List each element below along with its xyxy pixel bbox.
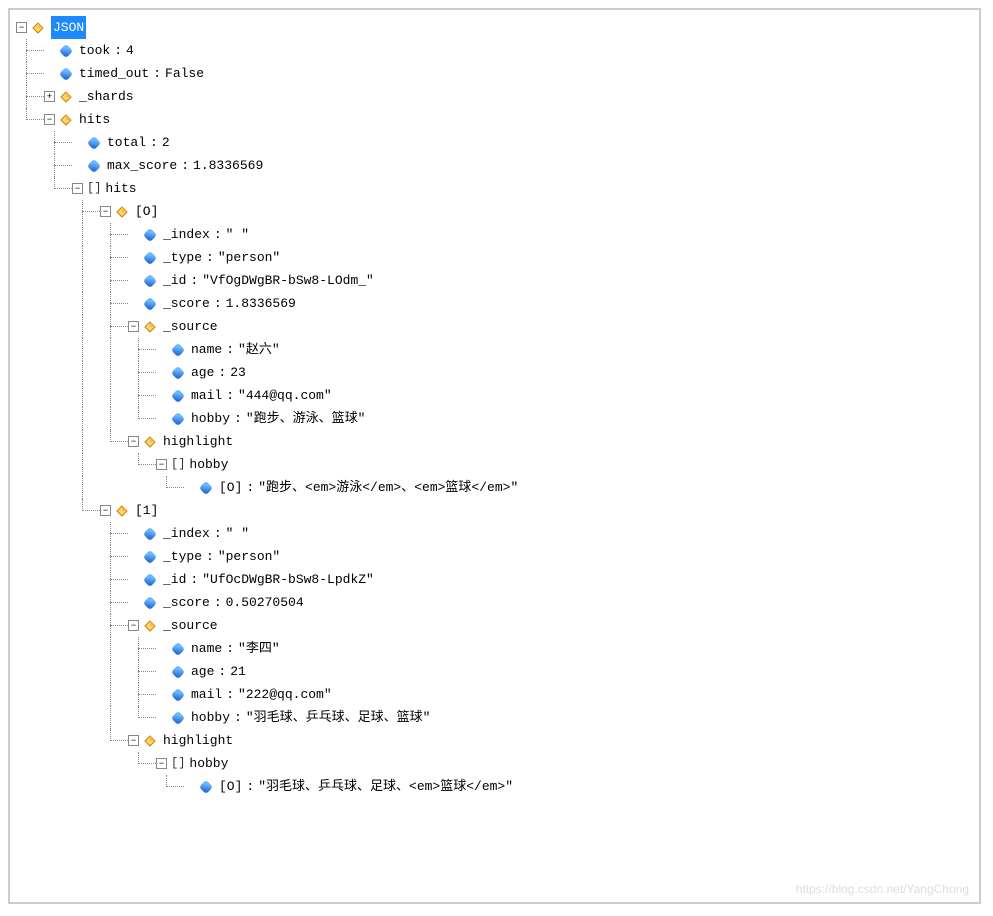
- key: _shards: [79, 85, 134, 108]
- colon: :: [114, 39, 122, 62]
- collapse-icon[interactable]: −: [128, 620, 139, 631]
- collapse-icon[interactable]: −: [128, 436, 139, 447]
- node-i1-source[interactable]: − _source: [16, 614, 973, 637]
- json-tree-viewer: − JSON took : 4 timed_out : False + _sha…: [8, 8, 981, 904]
- node-i0-hl-hobby-0[interactable]: [O]: "跑步、<em>游泳</em>、<em>篮球</em>": [16, 476, 973, 499]
- key: hits: [79, 108, 110, 131]
- array-icon: []: [171, 752, 185, 775]
- node-i1-type[interactable]: _type: "person": [16, 545, 973, 568]
- node-item-1[interactable]: − [1]: [16, 499, 973, 522]
- node-i0-mail[interactable]: mail: "444@qq.com": [16, 384, 973, 407]
- collapse-icon[interactable]: −: [128, 735, 139, 746]
- root-label: JSON: [51, 16, 86, 39]
- object-icon: [143, 320, 157, 334]
- node-hits[interactable]: − hits: [16, 108, 973, 131]
- collapse-icon[interactable]: −: [16, 22, 27, 33]
- value-icon: [59, 66, 73, 80]
- value-icon: [143, 227, 157, 241]
- node-i1-score[interactable]: _score: 0.50270504: [16, 591, 973, 614]
- node-i0-type[interactable]: _type: "person": [16, 246, 973, 269]
- value-icon: [143, 526, 157, 540]
- value-icon: [171, 710, 185, 724]
- value-icon: [199, 779, 213, 793]
- collapse-icon[interactable]: −: [100, 206, 111, 217]
- node-i1-age[interactable]: age: 21: [16, 660, 973, 683]
- collapse-icon[interactable]: −: [44, 114, 55, 125]
- value-icon: [143, 250, 157, 264]
- node-root[interactable]: − JSON: [16, 16, 973, 39]
- object-icon: [31, 21, 45, 35]
- expand-icon[interactable]: +: [44, 91, 55, 102]
- value-icon: [171, 641, 185, 655]
- collapse-icon[interactable]: −: [156, 459, 167, 470]
- node-item-0[interactable]: − [O]: [16, 200, 973, 223]
- object-icon: [115, 205, 129, 219]
- node-i0-age[interactable]: age: 23: [16, 361, 973, 384]
- node-i0-index[interactable]: _index: " ": [16, 223, 973, 246]
- node-i1-index[interactable]: _index: " ": [16, 522, 973, 545]
- value-icon: [87, 135, 101, 149]
- value-icon: [171, 342, 185, 356]
- tree: − JSON took : 4 timed_out : False + _sha…: [16, 16, 973, 798]
- node-i0-id[interactable]: _id: "VfOgDWgBR-bSw8-LOdm_": [16, 269, 973, 292]
- value-icon: [143, 549, 157, 563]
- value-icon: [143, 296, 157, 310]
- collapse-icon[interactable]: −: [128, 321, 139, 332]
- value-icon: [143, 273, 157, 287]
- node-hits-array[interactable]: − [] hits: [16, 177, 973, 200]
- value-icon: [59, 43, 73, 57]
- node-i0-hl-hobby[interactable]: − [] hobby: [16, 453, 973, 476]
- node-i1-mail[interactable]: mail: "222@qq.com": [16, 683, 973, 706]
- node-took[interactable]: took : 4: [16, 39, 973, 62]
- value-icon: [143, 572, 157, 586]
- node-i0-hobby[interactable]: hobby: "跑步、游泳、篮球": [16, 407, 973, 430]
- node-i1-hl-hobby[interactable]: − [] hobby: [16, 752, 973, 775]
- node-i1-highlight[interactable]: − highlight: [16, 729, 973, 752]
- node-i0-name[interactable]: name: "赵六": [16, 338, 973, 361]
- node-max-score[interactable]: max_score: 1.8336569: [16, 154, 973, 177]
- node-i0-source[interactable]: − _source: [16, 315, 973, 338]
- object-icon: [115, 504, 129, 518]
- value-icon: [199, 480, 213, 494]
- value-icon: [171, 388, 185, 402]
- node-i0-highlight[interactable]: − highlight: [16, 430, 973, 453]
- value-icon: [171, 664, 185, 678]
- object-icon: [143, 619, 157, 633]
- key: timed_out: [79, 62, 149, 85]
- node-i1-hobby[interactable]: hobby: "羽毛球、乒乓球、足球、篮球": [16, 706, 973, 729]
- node-i1-name[interactable]: name: "李四": [16, 637, 973, 660]
- object-icon: [143, 734, 157, 748]
- value-icon: [143, 595, 157, 609]
- value: False: [165, 62, 204, 85]
- node-shards[interactable]: + _shards: [16, 85, 973, 108]
- value-icon: [171, 687, 185, 701]
- object-icon: [59, 90, 73, 104]
- array-icon: []: [87, 177, 101, 200]
- node-i1-hl-hobby-0[interactable]: [O]: "羽毛球、乒乓球、足球、<em>篮球</em>": [16, 775, 973, 798]
- collapse-icon[interactable]: −: [156, 758, 167, 769]
- watermark: https://blog.csdn.net/YangChong: [796, 882, 969, 896]
- node-i0-score[interactable]: _score: 1.8336569: [16, 292, 973, 315]
- object-icon: [59, 113, 73, 127]
- object-icon: [143, 435, 157, 449]
- value-icon: [87, 158, 101, 172]
- node-total[interactable]: total: 2: [16, 131, 973, 154]
- node-timed-out[interactable]: timed_out : False: [16, 62, 973, 85]
- node-i1-id[interactable]: _id: "UfOcDWgBR-bSw8-LpdkZ": [16, 568, 973, 591]
- array-icon: []: [171, 453, 185, 476]
- value: 4: [126, 39, 134, 62]
- collapse-icon[interactable]: −: [72, 183, 83, 194]
- key: took: [79, 39, 110, 62]
- collapse-icon[interactable]: −: [100, 505, 111, 516]
- value-icon: [171, 411, 185, 425]
- value-icon: [171, 365, 185, 379]
